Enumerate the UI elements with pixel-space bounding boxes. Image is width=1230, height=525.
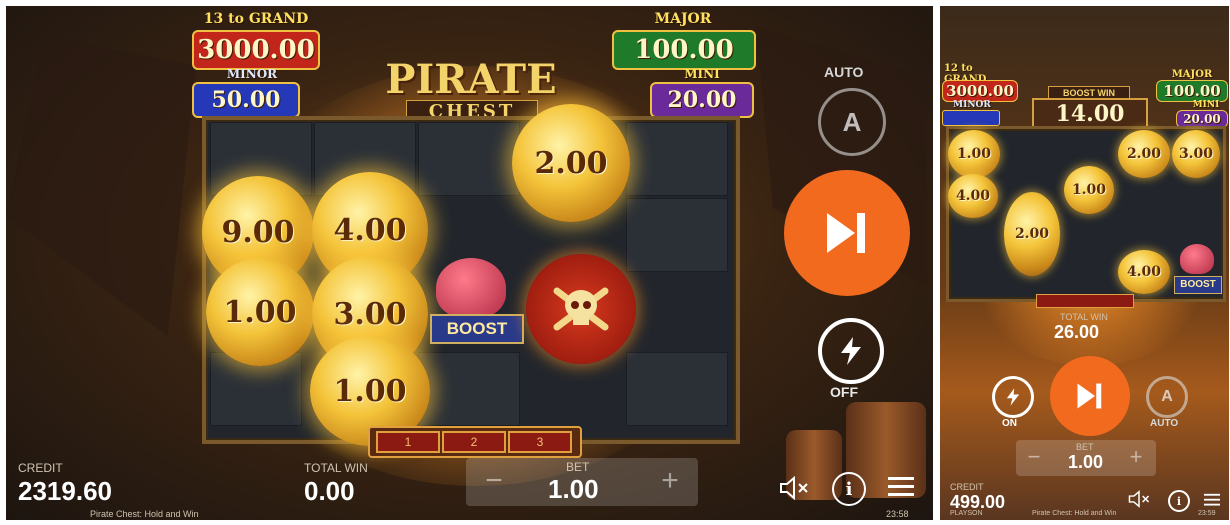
mini-label: MINI bbox=[1192, 100, 1220, 110]
coin-prize: 1.00 bbox=[948, 130, 1000, 178]
turbo-button[interactable] bbox=[818, 318, 884, 384]
bet-increase-button[interactable]: + bbox=[650, 464, 690, 500]
boost-label: BOOST bbox=[430, 314, 524, 344]
skull-crossbones-icon bbox=[553, 287, 609, 331]
lightning-icon bbox=[841, 337, 861, 365]
major-label: MAJOR bbox=[654, 11, 712, 27]
logo-line1: PIRATE bbox=[385, 56, 557, 103]
info-icon: i bbox=[845, 478, 853, 500]
octopus-boost-symbol: BOOST bbox=[416, 252, 526, 362]
auto-spin-button[interactable]: A bbox=[1146, 376, 1188, 418]
game-screen-main: 13 to GRAND 3000.00 MINOR 50.00 MAJOR 10… bbox=[6, 6, 933, 520]
respin-counter bbox=[1036, 294, 1134, 308]
coin-prize: 1.00 bbox=[206, 258, 314, 366]
mini-jackpot-value: 20.00 bbox=[650, 82, 754, 118]
info-button[interactable]: i bbox=[1168, 490, 1190, 512]
spin-skip-button[interactable] bbox=[784, 170, 910, 296]
auto-spin-icon: A bbox=[1161, 388, 1173, 405]
respin-counter: 1 2 3 bbox=[368, 426, 582, 458]
footer-game-name: Pirate Chest: Hold and Win bbox=[1032, 510, 1117, 517]
grand-jackpot-value: 3000.00 bbox=[942, 80, 1018, 102]
brand-label: PLAYSON bbox=[950, 510, 983, 517]
total-win-label: TOTAL WIN bbox=[1060, 312, 1108, 322]
footer-game-name: Pirate Chest: Hold and Win bbox=[90, 509, 199, 519]
bet-increase-button[interactable]: + bbox=[1124, 444, 1148, 470]
bet-label: BET bbox=[1076, 442, 1094, 452]
auto-spin-button[interactable]: A bbox=[818, 88, 886, 156]
coin-prize: 3.00 bbox=[1172, 130, 1220, 178]
grid-cell bbox=[418, 122, 520, 196]
menu-button[interactable] bbox=[886, 474, 916, 500]
game-screen-portrait: 12 to GRAND 3000.00 MINOR MAJOR 100.00 M… bbox=[940, 6, 1229, 520]
total-win-value: 0.00 bbox=[304, 476, 355, 506]
minor-label: MINOR bbox=[953, 100, 991, 110]
sound-button[interactable] bbox=[776, 470, 812, 506]
major-jackpot-value: 100.00 bbox=[612, 30, 756, 70]
bet-decrease-button[interactable]: − bbox=[1022, 444, 1046, 470]
coin-prize: 4.00 bbox=[1118, 250, 1170, 294]
turbo-state: ON bbox=[1002, 418, 1017, 429]
bet-value: 1.00 bbox=[548, 474, 599, 504]
info-icon: i bbox=[1176, 494, 1182, 508]
credit-value: 2319.60 bbox=[18, 476, 112, 506]
coin-prize: 1.00 bbox=[1064, 166, 1114, 214]
coin-prize: 2.00 bbox=[1118, 130, 1170, 178]
total-win-label: TOTAL WIN bbox=[304, 461, 368, 475]
minor-label: MINOR bbox=[226, 67, 278, 81]
major-jackpot-value: 100.00 bbox=[1156, 80, 1228, 102]
mini-label: MINI bbox=[684, 67, 720, 81]
menu-button[interactable] bbox=[1202, 492, 1222, 508]
grid-cell bbox=[626, 352, 728, 426]
play-skip-icon bbox=[1077, 383, 1102, 409]
grid-cell bbox=[626, 198, 728, 272]
collector-coin bbox=[526, 254, 636, 364]
auto-label: AUTO bbox=[1150, 418, 1179, 429]
bet-control: − BET 1.00 + bbox=[466, 458, 698, 506]
octopus-icon bbox=[1180, 244, 1214, 274]
ship-sail-left bbox=[6, 36, 196, 336]
respin-slot: 3 bbox=[508, 431, 572, 453]
boost-label: BOOST bbox=[1174, 276, 1222, 294]
menu-icon bbox=[1204, 493, 1220, 506]
info-button[interactable]: i bbox=[832, 472, 866, 506]
coin-prize: 2.00 bbox=[1004, 192, 1060, 276]
minor-jackpot-value: 50.00 bbox=[192, 82, 300, 118]
grand-label: 12 to GRAND bbox=[944, 63, 986, 85]
bet-label: BET bbox=[566, 460, 590, 474]
bet-value: 1.00 bbox=[1068, 452, 1104, 472]
coin-prize: 4.00 bbox=[948, 174, 998, 218]
respin-slot: 2 bbox=[442, 431, 506, 453]
credit-label: CREDIT bbox=[950, 482, 984, 492]
clock: 23:59 bbox=[1198, 510, 1216, 517]
octopus-boost-symbol: BOOST bbox=[1172, 242, 1222, 298]
octopus-icon bbox=[436, 258, 506, 318]
clock: 23:58 bbox=[886, 509, 909, 519]
menu-icon bbox=[888, 477, 914, 496]
grand-label: 13 to GRAND bbox=[203, 11, 309, 27]
total-win-value: 26.00 bbox=[1054, 322, 1100, 342]
grid-cell bbox=[418, 352, 520, 426]
turbo-state: OFF bbox=[830, 384, 858, 400]
spin-skip-button[interactable] bbox=[1050, 356, 1130, 436]
bet-decrease-button[interactable]: − bbox=[474, 464, 514, 500]
lightning-icon bbox=[1006, 388, 1020, 406]
auto-label: AUTO bbox=[824, 64, 864, 80]
grand-jackpot-value: 3000.00 bbox=[192, 30, 320, 70]
play-skip-icon bbox=[827, 213, 865, 253]
coin-prize: 2.00 bbox=[512, 104, 630, 222]
turbo-button[interactable] bbox=[992, 376, 1034, 418]
credit-label: CREDIT bbox=[18, 461, 63, 475]
sound-muted-icon bbox=[780, 476, 808, 500]
major-label: MAJOR bbox=[1171, 68, 1213, 80]
sound-muted-icon bbox=[1128, 490, 1150, 508]
auto-spin-icon: A bbox=[842, 106, 862, 137]
sound-button[interactable] bbox=[1128, 490, 1150, 508]
grid-cell bbox=[626, 122, 728, 196]
respin-slot: 1 bbox=[376, 431, 440, 453]
minor-jackpot-value bbox=[942, 110, 1000, 126]
bet-control: − BET 1.00 + bbox=[1016, 440, 1156, 476]
